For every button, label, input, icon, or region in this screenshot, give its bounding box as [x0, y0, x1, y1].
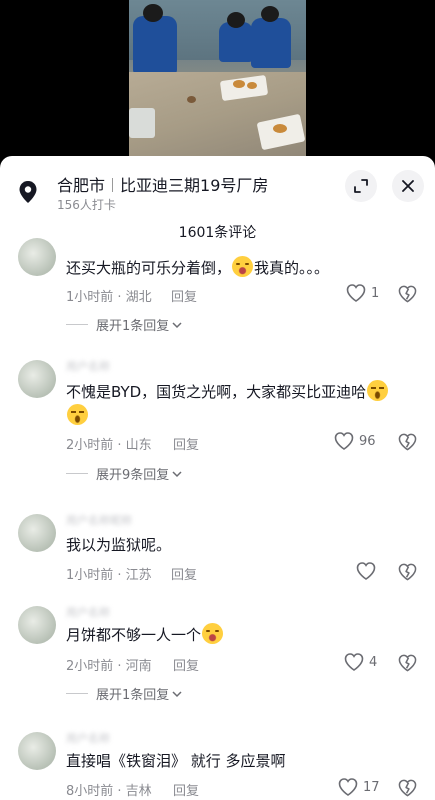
checkin-count: 156人打卡	[57, 198, 116, 212]
close-button[interactable]	[392, 170, 424, 202]
chevron-down-icon	[172, 321, 182, 328]
comment-item: 用户名称 直接唱《铁窗泪》 就行 多应景啊 8小时前 · 吉林 回复 17	[0, 728, 435, 800]
expand-button[interactable]	[345, 170, 377, 202]
worker-figure	[251, 18, 291, 68]
close-icon	[402, 180, 414, 192]
dislike-icon[interactable]	[398, 563, 417, 581]
heart-icon	[356, 562, 376, 580]
like-button[interactable]	[356, 562, 376, 580]
plate	[129, 108, 155, 138]
username[interactable]: 用户名称	[66, 730, 110, 746]
comment-meta: 2小时前 · 河南	[66, 659, 152, 674]
divider	[66, 693, 88, 694]
heart-icon	[346, 284, 366, 302]
comment-text-part: 直接唱《铁窗泪》 就行 多应景啊	[66, 752, 286, 770]
avatar[interactable]	[18, 606, 56, 644]
comment-text: 直接唱《铁窗泪》 就行 多应景啊	[66, 749, 411, 773]
smirk-emoji-icon	[67, 404, 88, 425]
table	[129, 72, 306, 160]
worker-head	[261, 6, 279, 22]
comment-meta: 1小时前 · 江苏	[66, 568, 152, 583]
like-button[interactable]: 96	[334, 432, 376, 450]
comment-item: 用户名称 月饼都不够一人一个 2小时前 · 河南 回复 4 展开1条回复	[0, 602, 435, 720]
heart-icon	[334, 432, 354, 450]
expand-icon	[354, 179, 368, 193]
like-count: 96	[359, 433, 376, 449]
smirk-emoji-icon	[367, 380, 389, 401]
like-count: 1	[371, 285, 380, 301]
comment-text-part: 不愧是BYD，国货之光啊，大家都买比亚迪哈	[66, 383, 367, 401]
expand-replies-button[interactable]: 展开1条回复	[66, 315, 182, 334]
worker-head	[227, 12, 245, 28]
comment-count: 1601条评论	[178, 225, 257, 241]
avatar[interactable]	[18, 360, 56, 398]
comment-item: 还买大瓶的可乐分着倒， 我真的。。。 1小时前 · 湖北 回复 1 展开1条回复	[0, 238, 435, 344]
dislike-icon[interactable]	[398, 779, 417, 797]
food	[233, 80, 245, 88]
expand-replies-label: 展开1条回复	[96, 688, 170, 703]
comment-text-part: 我以为监狱呢。	[66, 536, 172, 554]
location-title[interactable]: 合肥市 比亚迪三期19号厂房	[57, 172, 268, 196]
heart-icon	[344, 653, 364, 671]
dislike-icon[interactable]	[398, 285, 417, 303]
comment-text-part: 我真的。。。	[254, 259, 330, 277]
like-count: 17	[363, 779, 380, 795]
comment-item: 用户名称 不愧是BYD，国货之光啊，大家都买比亚迪哈 2小时前 · 山东 回复 …	[0, 354, 435, 502]
expand-replies-button[interactable]: 展开1条回复	[66, 684, 182, 703]
comment-text: 还买大瓶的可乐分着倒， 我真的。。。	[66, 256, 411, 280]
reply-button[interactable]: 回复	[173, 780, 199, 799]
location-header[interactable]: 合肥市 比亚迪三期19号厂房 156人打卡	[0, 156, 435, 218]
worker-figure	[219, 22, 253, 62]
expand-replies-label: 展开1条回复	[96, 319, 170, 334]
avatar[interactable]	[18, 238, 56, 276]
reply-button[interactable]: 回复	[171, 564, 197, 583]
food	[247, 82, 257, 89]
comment-text: 不愧是BYD，国货之光啊，大家都买比亚迪哈	[66, 380, 411, 428]
username[interactable]: 用户名称	[66, 604, 110, 620]
food	[273, 124, 287, 133]
comment-meta: 2小时前 · 山东	[66, 438, 152, 453]
expand-replies-button[interactable]: 展开9条回复	[66, 464, 182, 483]
username[interactable]: 用户名称	[66, 358, 110, 374]
crying-emoji-icon	[232, 256, 254, 277]
reply-button[interactable]: 回复	[173, 434, 199, 453]
username[interactable]: 用户名称昵称	[66, 512, 132, 528]
reply-button[interactable]: 回复	[171, 286, 197, 305]
divider	[66, 473, 88, 474]
comments-sheet: 合肥市 比亚迪三期19号厂房 156人打卡 1601条评论 还买大瓶的可乐分着倒，…	[0, 156, 435, 800]
comment-meta: 1小时前 · 湖北	[66, 290, 152, 305]
video-area[interactable]	[0, 0, 435, 160]
worker-figure	[133, 16, 177, 74]
reply-button[interactable]: 回复	[173, 655, 199, 674]
avatar[interactable]	[18, 732, 56, 770]
worker-head	[143, 4, 163, 22]
location-pin-icon	[19, 181, 37, 203]
expand-replies-label: 展开9条回复	[96, 468, 170, 483]
comment-text-part: 还买大瓶的可乐分着倒，	[66, 259, 232, 277]
divider	[66, 324, 88, 325]
heart-icon	[338, 778, 358, 796]
chevron-down-icon	[172, 690, 182, 697]
dislike-icon[interactable]	[398, 433, 417, 451]
avatar[interactable]	[18, 514, 56, 552]
like-count: 4	[369, 654, 378, 670]
title-separator	[112, 178, 114, 192]
like-button[interactable]: 4	[344, 653, 377, 671]
comment-text-part: 月饼都不够一人一个	[66, 626, 202, 644]
comment-text: 我以为监狱呢。	[66, 533, 411, 557]
chevron-down-icon	[172, 470, 182, 477]
like-button[interactable]: 17	[338, 778, 380, 796]
like-button[interactable]: 1	[346, 284, 379, 302]
dislike-icon[interactable]	[398, 654, 417, 672]
location-place: 比亚迪三期19号厂房	[120, 176, 269, 195]
comment-text: 月饼都不够一人一个	[66, 623, 411, 647]
comment-meta: 8小时前 · 吉林	[66, 784, 152, 799]
food	[187, 96, 196, 103]
location-city: 合肥市	[57, 176, 106, 195]
comment-item: 用户名称昵称 我以为监狱呢。 1小时前 · 江苏 回复	[0, 508, 435, 596]
crying-emoji-icon	[202, 623, 224, 644]
video-thumbnail	[129, 0, 306, 160]
